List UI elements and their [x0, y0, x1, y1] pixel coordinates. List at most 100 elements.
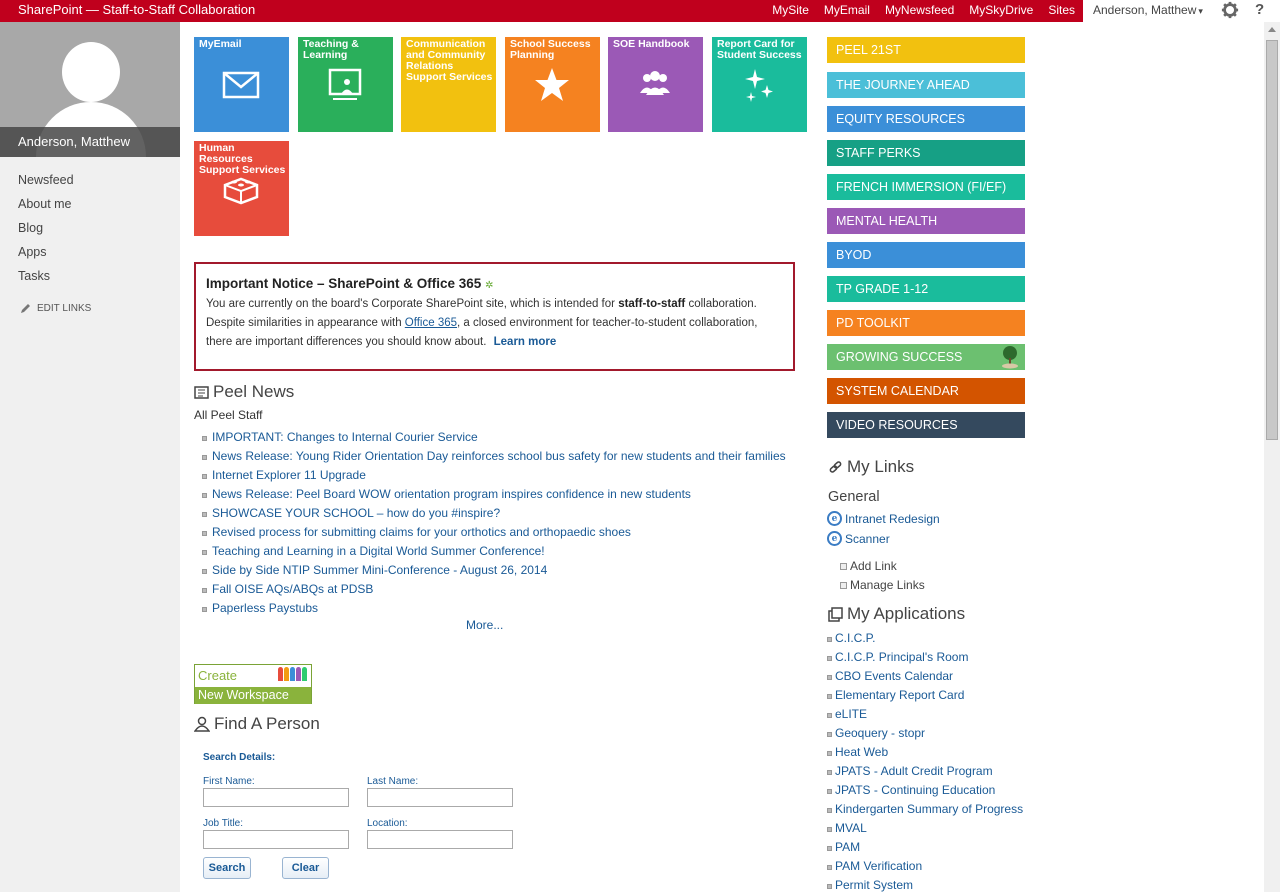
link-video-resources[interactable]: VIDEO RESOURCES: [827, 412, 1025, 438]
link-tp-grade[interactable]: TP GRADE 1-12: [827, 276, 1025, 302]
last-name-input[interactable]: [367, 788, 513, 807]
news-item[interactable]: News Release: Young Rider Orientation Da…: [202, 446, 786, 465]
nav-item-about-me[interactable]: About me: [0, 197, 180, 221]
suite-nav: MySite MyEmail MyNewsfeed MySkyDrive Sit…: [757, 3, 1075, 17]
nav-myemail[interactable]: MyEmail: [824, 3, 870, 17]
app-item[interactable]: C.I.C.P.: [827, 628, 1023, 647]
mylink-scanner[interactable]: e Scanner: [827, 531, 890, 546]
tile-label: School Success Planning: [510, 38, 591, 61]
link-staff-perks[interactable]: STAFF PERKS: [827, 140, 1025, 166]
presentation-icon: [328, 68, 362, 100]
manage-links-button[interactable]: Manage Links: [840, 578, 925, 592]
learn-more-link[interactable]: Learn more: [494, 336, 557, 348]
app-item[interactable]: PAM: [827, 837, 1023, 856]
add-link-button[interactable]: Add Link: [840, 559, 897, 573]
my-apps-heading: My Applications: [847, 604, 966, 623]
help-icon[interactable]: ?: [1255, 1, 1264, 18]
scrollbar-thumb[interactable]: [1266, 40, 1278, 440]
link-growing-success[interactable]: GROWING SUCCESS: [827, 344, 1025, 370]
app-label: JPATS - Adult Credit Program: [835, 763, 993, 778]
edit-links-button[interactable]: EDIT LINKS: [0, 303, 180, 314]
notice-text-1: You are currently on the board's Corpora…: [206, 298, 619, 310]
gear-icon[interactable]: [1221, 1, 1239, 19]
profile-picture[interactable]: Anderson, Matthew: [0, 22, 180, 157]
envelope-icon: [222, 71, 260, 99]
nav-item-apps[interactable]: Apps: [0, 245, 180, 269]
bullet-icon: [827, 769, 832, 775]
link-journey-ahead[interactable]: THE JOURNEY AHEAD: [827, 72, 1025, 98]
news-item[interactable]: SHOWCASE YOUR SCHOOL – how do you #inspi…: [202, 503, 786, 522]
tile-label: Communication and Community Relations Su…: [406, 38, 493, 83]
tile-report-card[interactable]: Report Card for Student Success: [712, 37, 807, 132]
app-item[interactable]: Permit System: [827, 875, 1023, 892]
app-label: PAM: [835, 839, 861, 854]
last-name-label: Last Name:: [367, 776, 419, 787]
link-peel-21st[interactable]: PEEL 21ST: [827, 37, 1025, 63]
clear-button[interactable]: Clear: [282, 857, 329, 879]
nav-item-newsfeed[interactable]: Newsfeed: [0, 173, 180, 197]
app-item[interactable]: eLITE: [827, 704, 1023, 723]
nav-mynewsfeed[interactable]: MyNewsfeed: [885, 3, 954, 17]
tile-human-resources[interactable]: Human Resources Support Services: [194, 141, 289, 236]
nav-myskydrive[interactable]: MySkyDrive: [969, 3, 1033, 17]
app-item[interactable]: Elementary Report Card: [827, 685, 1023, 704]
nav-item-tasks[interactable]: Tasks: [0, 269, 180, 293]
tree-icon: [1002, 346, 1018, 369]
bullet-icon: [840, 562, 847, 570]
search-button[interactable]: Search: [203, 857, 251, 879]
first-name-input[interactable]: [203, 788, 349, 807]
news-item[interactable]: Revised process for submitting claims fo…: [202, 522, 786, 541]
applications-icon: [828, 606, 843, 622]
app-item[interactable]: Geoquery - stopr: [827, 723, 1023, 742]
app-item[interactable]: PAM Verification: [827, 856, 1023, 875]
scroll-up-icon[interactable]: [1268, 27, 1276, 32]
tile-teaching-learning[interactable]: Teaching & Learning: [298, 37, 393, 132]
internet-explorer-icon: e: [827, 511, 842, 526]
link-pd-toolkit[interactable]: PD TOOLKIT: [827, 310, 1025, 336]
link-icon: [829, 460, 842, 473]
site-title[interactable]: SharePoint — Staff-to-Staff Collaboratio…: [18, 2, 255, 17]
news-item[interactable]: Teaching and Learning in a Digital World…: [202, 541, 786, 560]
create-workspace-button[interactable]: Create New Workspace: [194, 664, 312, 704]
app-item[interactable]: Heat Web: [827, 742, 1023, 761]
news-item[interactable]: News Release: Peel Board WOW orientation…: [202, 484, 786, 503]
nav-item-blog[interactable]: Blog: [0, 221, 180, 245]
news-item[interactable]: Fall OISE AQs/ABQs at PDSB: [202, 579, 786, 598]
link-byod[interactable]: BYOD: [827, 242, 1025, 268]
job-title-input[interactable]: [203, 830, 349, 849]
news-subheading: All Peel Staff: [194, 408, 263, 422]
tile-school-success[interactable]: School Success Planning: [505, 37, 600, 132]
news-item[interactable]: Internet Explorer 11 Upgrade: [202, 465, 786, 484]
bullet-icon: [202, 435, 207, 441]
location-input[interactable]: [367, 830, 513, 849]
app-item[interactable]: JPATS - Adult Credit Program: [827, 761, 1023, 780]
news-item[interactable]: Paperless Paystubs: [202, 598, 786, 617]
news-more-link[interactable]: More...: [466, 618, 503, 632]
my-apps-heading-row: My Applications: [828, 604, 965, 624]
link-system-calendar[interactable]: SYSTEM CALENDAR: [827, 378, 1025, 404]
nav-mysite[interactable]: MySite: [772, 3, 809, 17]
link-mental-health[interactable]: MENTAL HEALTH: [827, 208, 1025, 234]
tile-myemail[interactable]: MyEmail: [194, 37, 289, 132]
vertical-scrollbar[interactable]: [1264, 22, 1280, 892]
profile-name[interactable]: Anderson, Matthew: [0, 127, 180, 157]
user-menu[interactable]: Anderson, Matthew ▾: [1093, 3, 1203, 17]
mylink-intranet-redesign[interactable]: e Intranet Redesign: [827, 511, 940, 526]
bullet-icon: [827, 826, 832, 832]
tile-soe-handbook[interactable]: SOE Handbook: [608, 37, 703, 132]
app-item[interactable]: MVAL: [827, 818, 1023, 837]
app-item[interactable]: CBO Events Calendar: [827, 666, 1023, 685]
tile-label: Report Card for Student Success: [717, 38, 802, 61]
office365-link[interactable]: Office 365: [405, 317, 457, 329]
news-item[interactable]: Side by Side NTIP Summer Mini-Conference…: [202, 560, 786, 579]
app-label: Geoquery - stopr: [835, 725, 926, 740]
nav-sites[interactable]: Sites: [1048, 3, 1075, 17]
link-equity-resources[interactable]: EQUITY RESOURCES: [827, 106, 1025, 132]
app-item[interactable]: C.I.C.P. Principal's Room: [827, 647, 1023, 666]
news-item[interactable]: IMPORTANT: Changes to Internal Courier S…: [202, 427, 786, 446]
app-item[interactable]: Kindergarten Summary of Progress: [827, 799, 1023, 818]
left-nav: Anderson, Matthew Newsfeed About me Blog…: [0, 22, 180, 892]
link-french-immersion[interactable]: FRENCH IMMERSION (FI/EF): [827, 174, 1025, 200]
tile-communication[interactable]: Communication and Community Relations Su…: [401, 37, 496, 132]
app-item[interactable]: JPATS - Continuing Education: [827, 780, 1023, 799]
